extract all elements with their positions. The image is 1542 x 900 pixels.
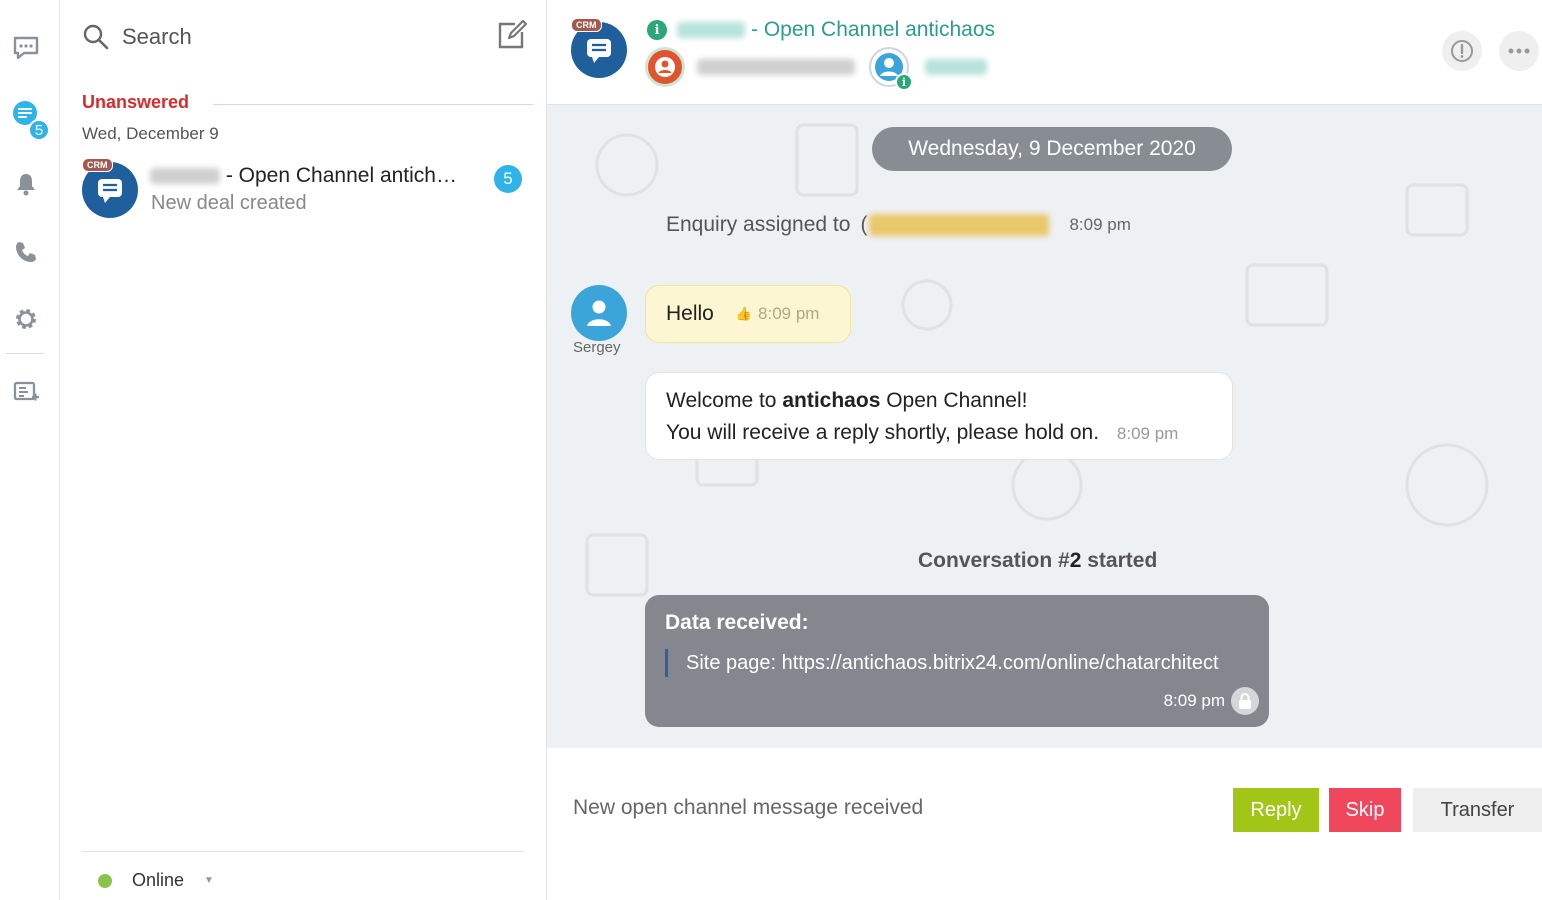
status-dot-icon: [98, 873, 112, 888]
conv-post: started: [1087, 549, 1158, 572]
welcome-line-2: You will receive a reply shortly, please…: [666, 417, 1212, 450]
system-message-assigned: Enquiry assigned to ( 8:09 pm: [666, 213, 1131, 237]
app-window: 5 Unanswered Wed, December 9 CRM: [0, 0, 1542, 900]
chat-title-header[interactable]: i - Open Channel antichaos: [647, 18, 995, 42]
message-bubble-hello[interactable]: Hello 👍 8:09 pm: [645, 285, 851, 343]
like-icon[interactable]: 👍: [736, 306, 752, 322]
alert-icon[interactable]: [1442, 31, 1482, 71]
blurred-operator-name: [869, 214, 1050, 236]
phone-icon[interactable]: [10, 236, 42, 268]
date-divider-pill: Wednesday, 9 December 2020: [872, 127, 1232, 171]
author-name: Sergey: [573, 339, 621, 356]
add-to-list-icon[interactable]: [10, 376, 42, 408]
conv-number: 2: [1069, 549, 1082, 572]
chat-title: - Open Channel antich…: [150, 164, 457, 188]
footer-notice: New open channel message received: [573, 796, 924, 819]
blurred-name: [677, 22, 745, 38]
message-text: Hello: [666, 302, 714, 325]
chat-footer: New open channel message received Reply …: [547, 748, 1542, 900]
operator-avatar[interactable]: [645, 47, 685, 87]
status-label: Online: [132, 870, 185, 890]
info-icon: i: [895, 73, 913, 91]
recent-list-panel: Unanswered Wed, December 9 CRM - Open Ch…: [60, 0, 547, 900]
chat-last-message: New deal created: [151, 192, 307, 214]
bell-icon[interactable]: [10, 168, 42, 200]
rail-divider: [6, 353, 44, 354]
data-title: Data received:: [665, 611, 809, 634]
channel-avatar: CRM: [82, 158, 138, 218]
blurred-name: [150, 168, 220, 185]
compose-icon[interactable]: [495, 19, 528, 52]
site-page-row[interactable]: Site page: https://antichaos.bitrix24.co…: [665, 649, 1249, 677]
unread-count-badge: 5: [494, 165, 522, 193]
caret-down-icon: ▼: [204, 875, 214, 886]
author-avatar[interactable]: [571, 285, 627, 341]
left-rail: 5: [0, 0, 60, 900]
channel-avatar-circle: CRM: [571, 18, 627, 78]
list-item[interactable]: CRM - Open Channel antich… New deal crea…: [70, 154, 540, 226]
search-bar[interactable]: [82, 18, 522, 56]
status-divider: [82, 851, 523, 852]
more-options-icon[interactable]: [1499, 31, 1539, 71]
lock-icon: [1231, 687, 1259, 715]
transfer-button[interactable]: Transfer: [1413, 788, 1542, 832]
chat-icon[interactable]: [10, 32, 42, 64]
gear-icon[interactable]: [10, 303, 42, 335]
search-icon: [83, 24, 109, 50]
section-divider: [213, 104, 533, 105]
message-time: 8:09 pm: [758, 304, 820, 323]
date-label: Wed, December 9: [82, 124, 219, 143]
chat-header: CRM i - Open Channel antichaos i: [547, 0, 1542, 105]
search-input[interactable]: [122, 24, 442, 50]
section-title-unanswered: Unanswered: [82, 92, 190, 112]
unread-badge: 5: [28, 119, 50, 141]
message-bubble-welcome[interactable]: Welcome to antichaos Open Channel! You w…: [645, 372, 1233, 460]
welcome-bold: antichaos: [782, 389, 881, 412]
message-time: 8:09 pm: [1069, 215, 1131, 234]
blurred-client-name: [925, 59, 987, 75]
welcome-pre: Welcome to: [666, 389, 777, 412]
message-time: 8:09 pm: [1116, 424, 1179, 443]
client-avatar[interactable]: i: [869, 47, 913, 91]
assigned-text: Enquiry assigned to: [666, 213, 851, 236]
data-received-card: Data received: Site page: https://antich…: [645, 595, 1269, 727]
reply-button[interactable]: Reply: [1233, 788, 1319, 832]
status-selector[interactable]: Online ▼: [98, 870, 214, 891]
message-time: 8:09 pm: [1163, 691, 1225, 710]
info-icon: i: [647, 20, 667, 40]
welcome-line2-text: You will receive a reply shortly, please…: [666, 421, 1100, 444]
conv-pre: Conversation #: [918, 549, 1070, 572]
welcome-post: Open Channel!: [886, 389, 1028, 412]
crm-tag: CRM: [82, 158, 113, 172]
blurred-operator-name: [697, 59, 855, 75]
participants: i: [645, 47, 987, 91]
paren-open: (: [860, 213, 868, 236]
header-channel-avatar[interactable]: CRM: [571, 18, 627, 78]
crm-tag: CRM: [571, 18, 602, 32]
chat-body[interactable]: Wednesday, 9 December 2020 Enquiry assig…: [547, 105, 1542, 748]
welcome-line-1: Welcome to antichaos Open Channel!: [666, 385, 1212, 417]
conversation-started-label: Conversation #2 started: [918, 549, 1157, 573]
skip-button[interactable]: Skip: [1329, 788, 1401, 832]
